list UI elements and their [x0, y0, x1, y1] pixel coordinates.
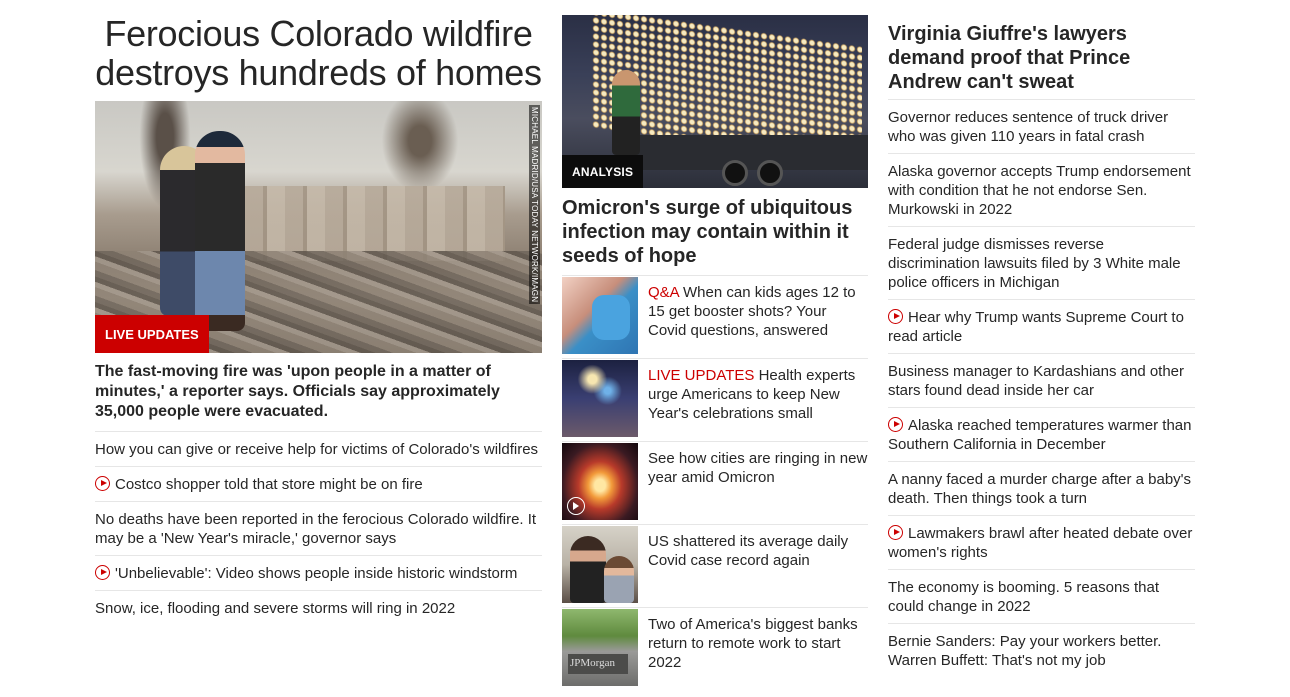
list-item-text: Hear why Trump wants Supreme Court to re…	[888, 309, 1184, 345]
list-item-text: 'Unbelievable': Video shows people insid…	[115, 565, 518, 582]
list-item-text: No deaths have been reported in the fero…	[95, 511, 537, 547]
image-child	[604, 556, 634, 603]
thumb-list-item[interactable]: Q&A When can kids ages 12 to 15 get boos…	[562, 276, 868, 359]
live-updates-badge[interactable]: LIVE UPDATES	[95, 315, 209, 353]
list-item-text: The economy is booming. 5 reasons that c…	[888, 579, 1159, 615]
thumb-covid-test[interactable]	[562, 526, 638, 603]
play-video-icon	[567, 497, 585, 515]
play-video-icon	[888, 309, 903, 324]
thumb-list-item[interactable]: See how cities are ringing in new year a…	[562, 442, 868, 525]
third-headline[interactable]: Virginia Giuffre's lawyers demand proof …	[888, 22, 1195, 100]
secondary-headline[interactable]: Omicron's surge of ubiquitous infection …	[562, 196, 868, 276]
play-video-icon	[888, 417, 903, 432]
image-wheel	[757, 160, 783, 186]
item-text: Two of America's biggest banks return to…	[648, 616, 858, 671]
list-item-text: Bernie Sanders: Pay your workers better.…	[888, 633, 1162, 669]
omicron-story-image[interactable]: ANALYSIS	[562, 15, 868, 188]
list-item-text: How you can give or receive help for vic…	[95, 441, 539, 458]
image-credit: MICHAEL MADRID/USA TODAY NETWORK/IMAGN	[529, 105, 540, 305]
image-truck	[632, 135, 868, 170]
list-item[interactable]: How you can give or receive help for vic…	[95, 432, 542, 467]
lead-headline[interactable]: Ferocious Colorado wildfire destroys hun…	[95, 14, 542, 92]
item-text: US shattered its average daily Covid cas…	[648, 533, 849, 569]
list-item-text: Costco shopper told that store might be …	[115, 476, 423, 493]
list-item[interactable]: Costco shopper told that store might be …	[95, 467, 542, 502]
thumb-times-square[interactable]	[562, 360, 638, 437]
list-item[interactable]: 'Unbelievable': Video shows people insid…	[95, 556, 542, 591]
play-video-icon	[95, 565, 110, 580]
list-item-text: Lawmakers brawl after heated debate over…	[888, 525, 1193, 561]
lead-subheadline[interactable]: The fast-moving fire was 'upon people in…	[95, 362, 542, 432]
list-item[interactable]: Bernie Sanders: Pay your workers better.…	[888, 624, 1195, 677]
thumb-item-text[interactable]: Q&A When can kids ages 12 to 15 get boos…	[638, 276, 868, 358]
thumb-bank-building[interactable]: JPMorgan	[562, 609, 638, 686]
thumb-item-text[interactable]: Two of America's biggest banks return to…	[638, 608, 868, 691]
list-item-text: Federal judge dismisses reverse discrimi…	[888, 236, 1181, 291]
image-person-man	[195, 131, 245, 331]
image-person	[570, 536, 606, 603]
list-item[interactable]: The economy is booming. 5 reasons that c…	[888, 570, 1195, 624]
thumb-list-item[interactable]: US shattered its average daily Covid cas…	[562, 525, 868, 608]
lead-story-column: Ferocious Colorado wildfire destroys hun…	[95, 14, 542, 625]
lead-related-list: How you can give or receive help for vic…	[95, 432, 542, 625]
list-item[interactable]: Federal judge dismisses reverse discrimi…	[888, 227, 1195, 300]
play-video-icon	[888, 525, 903, 540]
lead-story-image[interactable]: MICHAEL MADRID/USA TODAY NETWORK/IMAGN L…	[95, 101, 542, 353]
list-item[interactable]: Snow, ice, flooding and severe storms wi…	[95, 591, 542, 625]
image-ruins-wall	[245, 186, 505, 261]
list-item[interactable]: No deaths have been reported in the fero…	[95, 502, 542, 556]
kicker-label: LIVE UPDATES	[648, 367, 755, 384]
list-item[interactable]: Business manager to Kardashians and othe…	[888, 354, 1195, 408]
list-item[interactable]: Alaska reached temperatures warmer than …	[888, 408, 1195, 462]
thumb-list-item[interactable]: LIVE UPDATES Health experts urge America…	[562, 359, 868, 442]
item-text: When can kids ages 12 to 15 get booster …	[648, 284, 856, 339]
list-item-text: Alaska reached temperatures warmer than …	[888, 417, 1192, 453]
image-wheel	[722, 160, 748, 186]
image-bank-sign: JPMorgan	[568, 654, 628, 674]
list-item-text: Alaska governor accepts Trump endorsemen…	[888, 163, 1191, 218]
thumb-item-text[interactable]: US shattered its average daily Covid cas…	[638, 525, 868, 607]
list-item-text: Business manager to Kardashians and othe…	[888, 363, 1185, 399]
thumb-booster-shot[interactable]	[562, 277, 638, 354]
item-text: See how cities are ringing in new year a…	[648, 450, 868, 486]
thumb-item-text[interactable]: See how cities are ringing in new year a…	[638, 442, 868, 524]
thumb-item-text[interactable]: LIVE UPDATES Health experts urge America…	[638, 359, 868, 441]
list-item-text: Governor reduces sentence of truck drive…	[888, 109, 1169, 145]
play-video-icon	[95, 476, 110, 491]
image-glove	[592, 295, 630, 340]
kicker-label: Q&A	[648, 284, 679, 301]
thumb-list-item[interactable]: JPMorgan Two of America's biggest banks …	[562, 608, 868, 691]
list-item[interactable]: Lawmakers brawl after heated debate over…	[888, 516, 1195, 570]
thumb-fireworks[interactable]	[562, 443, 638, 520]
list-item-text: Snow, ice, flooding and severe storms wi…	[95, 600, 456, 617]
list-item[interactable]: Hear why Trump wants Supreme Court to re…	[888, 300, 1195, 354]
list-item[interactable]: Alaska governor accepts Trump endorsemen…	[888, 154, 1195, 227]
secondary-story-column: ANALYSIS Omicron's surge of ubiquitous i…	[562, 15, 868, 691]
headlines-column: Virginia Giuffre's lawyers demand proof …	[888, 22, 1195, 677]
list-item[interactable]: Governor reduces sentence of truck drive…	[888, 100, 1195, 154]
image-person	[612, 70, 640, 155]
list-item[interactable]: A nanny faced a murder charge after a ba…	[888, 462, 1195, 516]
list-item-text: A nanny faced a murder charge after a ba…	[888, 471, 1192, 507]
analysis-badge[interactable]: ANALYSIS	[562, 155, 644, 188]
